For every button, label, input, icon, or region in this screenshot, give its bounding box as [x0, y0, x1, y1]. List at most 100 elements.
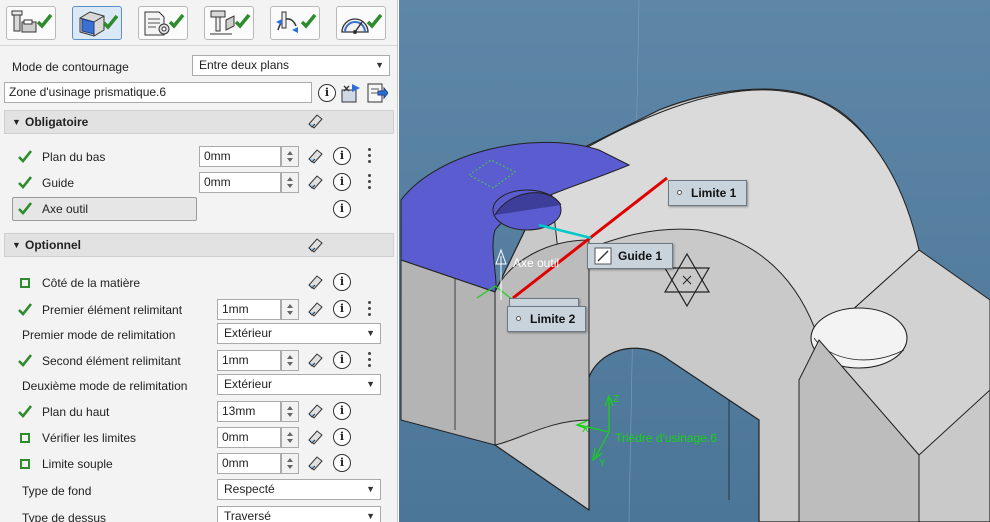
feeds-icon — [341, 13, 383, 34]
eraser-icon[interactable] — [306, 273, 324, 291]
info-icon[interactable]: i — [333, 200, 351, 218]
more-options-icon[interactable] — [368, 301, 372, 317]
premier-element-label: Premier élément relimitant — [42, 303, 183, 317]
verifier-limites-spinner[interactable] — [281, 427, 299, 448]
guide-input[interactable]: 0mm — [199, 172, 281, 193]
info-icon[interactable]: i — [333, 454, 351, 472]
feature-edit-icon[interactable] — [340, 82, 362, 104]
limite-souple-checkbox[interactable] — [20, 459, 30, 469]
deuxieme-mode-select[interactable]: Extérieur ▼ — [217, 374, 381, 395]
axis-x-label: X — [582, 424, 589, 435]
macro-icon — [276, 11, 317, 33]
check-icon — [18, 176, 32, 189]
eraser-icon[interactable] — [306, 300, 324, 318]
plan-bas-value: 0mm — [204, 149, 231, 163]
more-options-icon[interactable] — [368, 174, 372, 190]
part-inner-wall — [494, 239, 590, 446]
document-arrow-icon[interactable] — [366, 82, 388, 104]
limite-souple-input[interactable]: 0mm — [217, 453, 281, 474]
info-icon[interactable]: i — [333, 173, 351, 191]
machining-zone-field[interactable]: Zone d'usinage prismatique.6 — [4, 82, 312, 103]
tool-icon — [210, 10, 251, 35]
more-options-icon[interactable] — [368, 148, 372, 164]
guide1-label: Guide 1 — [618, 249, 663, 263]
3d-viewport[interactable]: Axe outil Trièdre d'usinage.6 X Y Z Limi… — [399, 0, 990, 522]
limite2-callout[interactable]: Limite 2 — [507, 306, 587, 332]
eraser-icon[interactable] — [306, 402, 324, 420]
section-obligatoire-title: Obligatoire — [25, 115, 89, 129]
info-icon[interactable]: i — [333, 300, 351, 318]
premier-mode-select[interactable]: Extérieur ▼ — [217, 323, 381, 344]
eraser-icon[interactable] — [306, 147, 324, 165]
info-icon[interactable]: i — [333, 147, 351, 165]
cote-matiere-checkbox[interactable] — [20, 278, 30, 288]
tool-tab[interactable] — [204, 6, 254, 40]
limite-souple-label: Limite souple — [42, 457, 113, 471]
check-icon — [18, 202, 32, 215]
verifier-limites-label: Vérifier les limites — [42, 431, 137, 445]
feeds-tab[interactable] — [336, 6, 386, 40]
limite1-label: Limite 1 — [691, 186, 737, 200]
verifier-limites-input[interactable]: 0mm — [217, 427, 281, 448]
geometry-tab[interactable] — [72, 6, 122, 40]
deuxieme-mode-value: Extérieur — [224, 377, 273, 391]
geometry-icon — [79, 11, 119, 37]
contour-mode-label: Mode de contournage — [12, 60, 129, 74]
eraser-icon[interactable] — [306, 112, 324, 130]
axe-outil-3d-label: Axe outil — [513, 256, 560, 270]
info-icon[interactable]: i — [318, 84, 336, 102]
callout-pin-icon — [516, 316, 521, 321]
info-icon[interactable]: i — [333, 273, 351, 291]
callout-pin-icon — [677, 190, 682, 195]
section-obligatoire-header[interactable]: ▼ Obligatoire — [4, 110, 394, 134]
info-icon[interactable]: i — [333, 402, 351, 420]
strategy-tab[interactable] — [138, 6, 188, 40]
plan-haut-spinner[interactable] — [281, 401, 299, 422]
axis-y-label: Y — [599, 458, 606, 469]
premier-element-spinner[interactable] — [281, 299, 299, 320]
premier-mode-label: Premier mode de relimitation — [22, 328, 176, 342]
plan-haut-input[interactable]: 13mm — [217, 401, 281, 422]
eraser-icon[interactable] — [306, 351, 324, 369]
eraser-icon[interactable] — [306, 236, 324, 254]
second-element-label: Second élément relimitant — [42, 354, 181, 368]
eraser-icon[interactable] — [306, 454, 324, 472]
info-icon[interactable]: i — [333, 428, 351, 446]
guide-label: Guide — [42, 176, 75, 190]
limite-souple-value: 0mm — [222, 456, 249, 470]
plan-haut-value: 13mm — [222, 404, 256, 418]
plan-bas-input[interactable]: 0mm — [199, 146, 281, 167]
info-icon[interactable]: i — [333, 351, 351, 369]
contour-mode-value: Entre deux plans — [199, 58, 290, 72]
premier-element-input[interactable]: 1mm — [217, 299, 281, 320]
machine-tab[interactable] — [6, 6, 56, 40]
limite-souple-spinner[interactable] — [281, 453, 299, 474]
guide-spinner[interactable] — [281, 172, 299, 193]
contour-mode-select[interactable]: Entre deux plans ▼ — [192, 55, 390, 76]
section-optionnel-header[interactable]: ▼ Optionnel — [4, 233, 394, 257]
more-options-icon[interactable] — [368, 352, 372, 368]
type-dessus-select[interactable]: Traversé ▼ — [217, 506, 381, 522]
type-fond-label: Type de fond — [22, 484, 92, 498]
chevron-down-icon: ▼ — [366, 511, 375, 521]
plan-bas-spinner[interactable] — [281, 146, 299, 167]
second-element-spinner[interactable] — [281, 350, 299, 371]
limite1-callout[interactable]: Limite 1 — [668, 180, 748, 206]
check-icon — [18, 150, 32, 163]
macro-tab[interactable] — [270, 6, 320, 40]
verifier-limites-checkbox[interactable] — [20, 433, 30, 443]
axe-outil-button[interactable]: Axe outil — [12, 197, 197, 221]
type-fond-value: Respecté — [224, 482, 275, 496]
second-element-input[interactable]: 1mm — [217, 350, 281, 371]
check-icon — [18, 405, 32, 418]
second-element-value: 1mm — [222, 353, 249, 367]
strategy-icon — [144, 11, 185, 36]
plan-haut-label: Plan du haut — [42, 405, 110, 419]
eraser-icon[interactable] — [306, 173, 324, 191]
cote-matiere-label: Côté de la matière — [42, 276, 141, 290]
chevron-down-icon: ▼ — [366, 379, 375, 389]
check-icon — [18, 303, 32, 316]
eraser-icon[interactable] — [306, 428, 324, 446]
type-fond-select[interactable]: Respecté ▼ — [217, 479, 381, 500]
guide1-callout[interactable]: Guide 1 — [587, 243, 674, 269]
